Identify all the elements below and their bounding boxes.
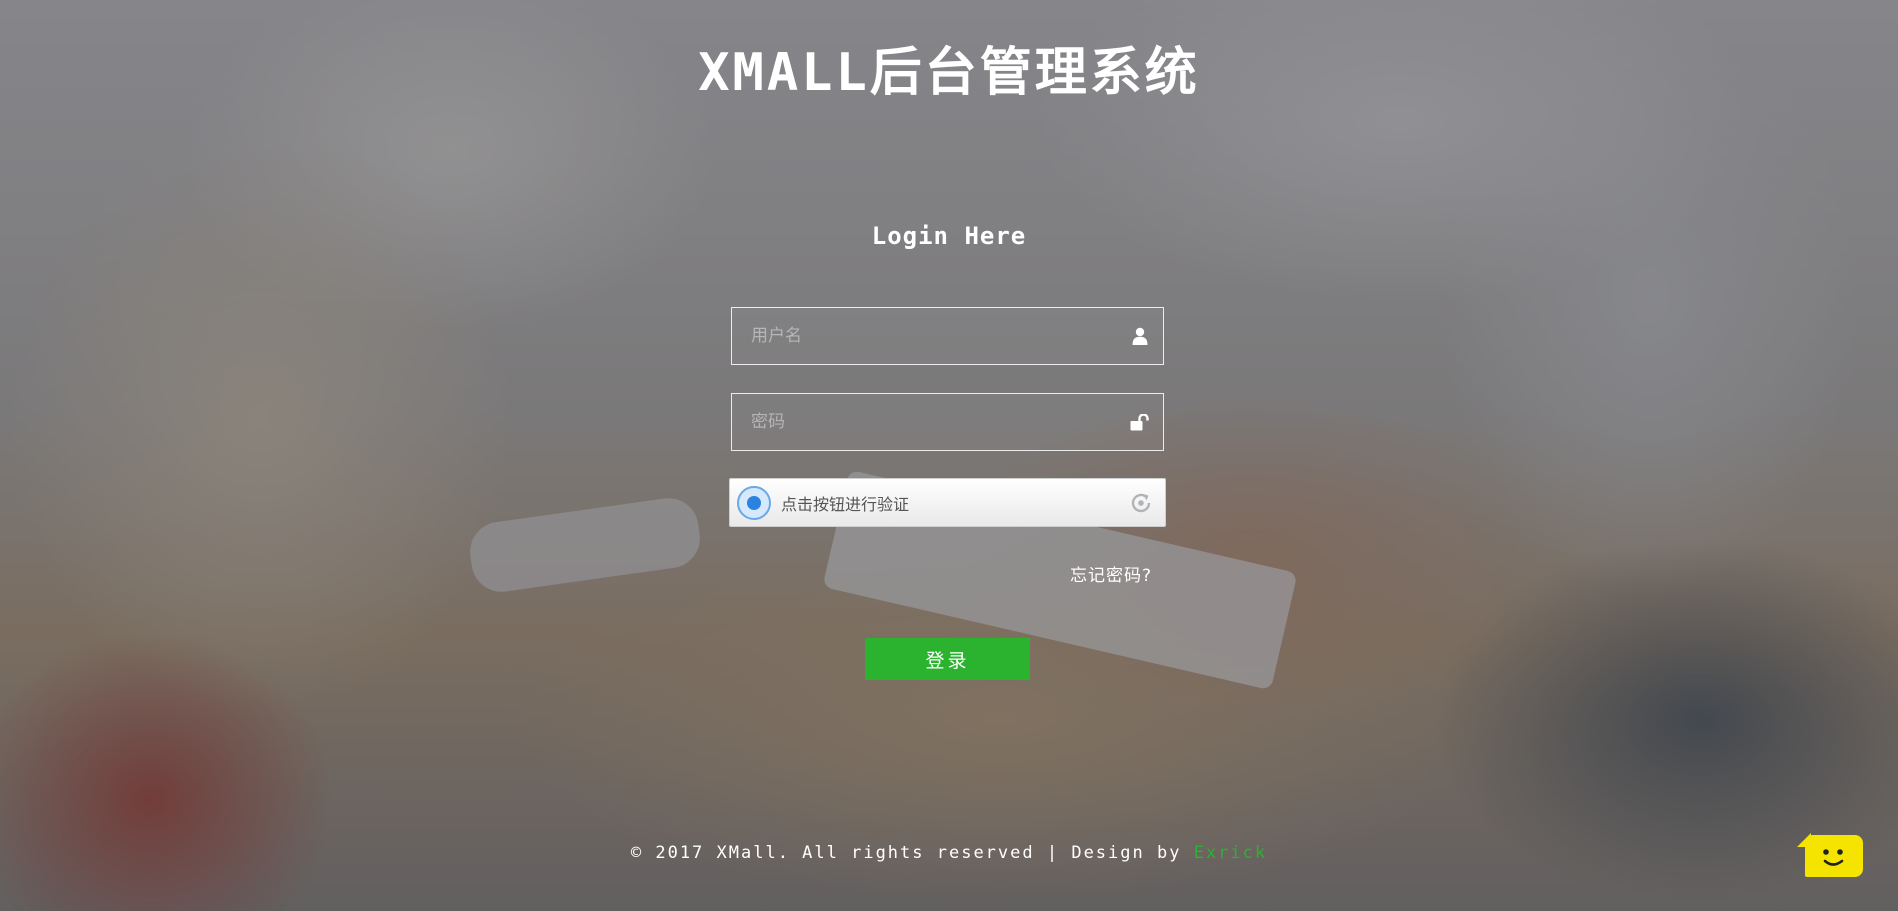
password-field [731,393,1164,451]
chat-bot-icon[interactable] [1797,833,1863,877]
background-overlay [0,0,1898,911]
page-title: XMALL后台管理系统 [698,43,1200,103]
login-button[interactable]: 登录 [865,638,1030,680]
username-input[interactable] [732,308,1117,364]
captcha-label: 点击按钮进行验证 [781,494,910,514]
radio-target-icon [737,485,771,520]
user-icon [1117,308,1163,364]
footer-copyright: © 2017 XMall. All rights reserved | Desi… [630,843,1182,863]
forgot-password-link[interactable]: 忘记密码? [1070,561,1152,586]
footer: © 2017 XMall. All rights reserved | Desi… [0,843,1898,863]
username-field [731,307,1164,365]
footer-author-link[interactable]: Exrick [1194,843,1267,863]
unlock-icon [1117,394,1163,450]
captcha-verify-button[interactable]: 点击按钮进行验证 [729,478,1166,527]
password-input[interactable] [732,394,1117,450]
login-subtitle: Login Here [871,222,1027,250]
refresh-icon[interactable] [1117,491,1165,515]
